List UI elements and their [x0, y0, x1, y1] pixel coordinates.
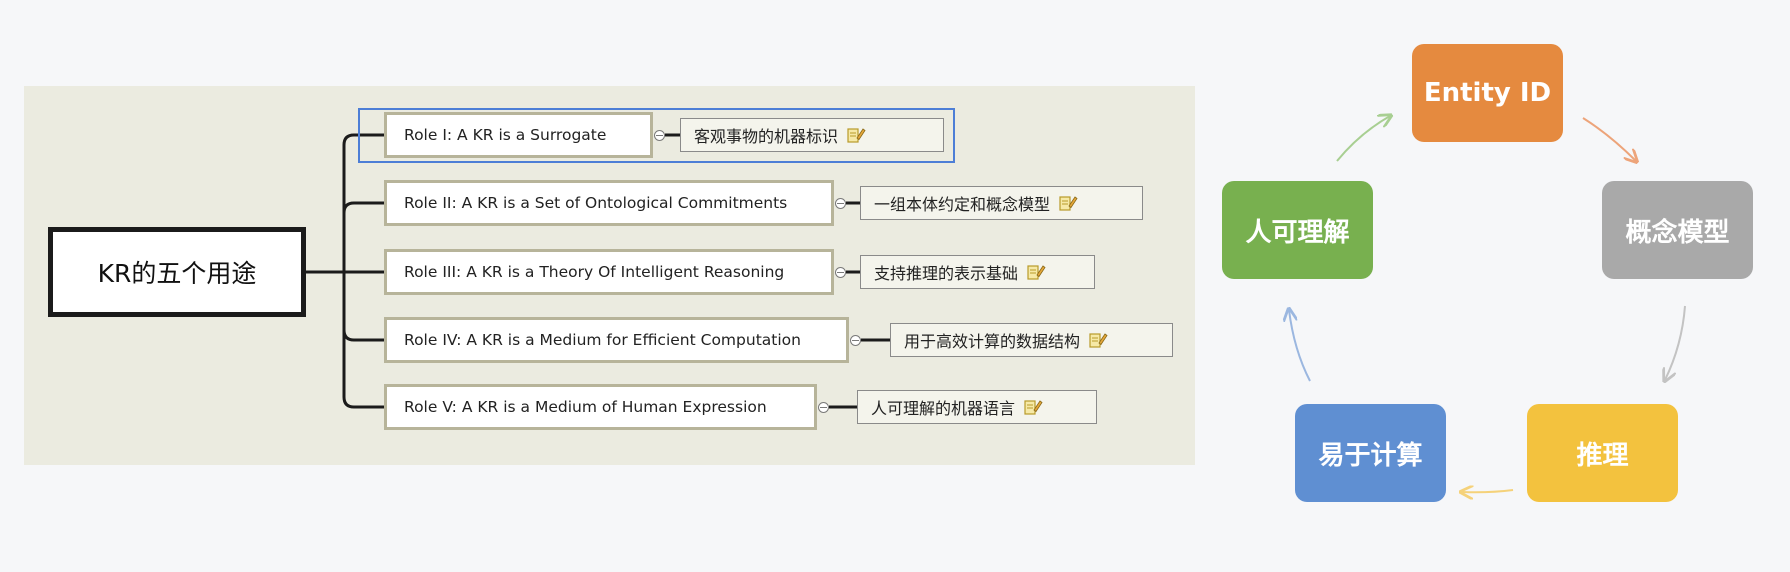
- role-note-5[interactable]: 人可理解的机器语言: [857, 390, 1097, 424]
- collapse-knob[interactable]: [835, 267, 846, 278]
- role-note-text: 支持推理的表示基础: [874, 264, 1019, 283]
- collapse-knob[interactable]: [818, 402, 829, 413]
- arrow-compute-to-human: [1289, 310, 1311, 382]
- role-label: Role IV: A KR is a Medium for Efficient …: [404, 331, 801, 349]
- role-node-3[interactable]: Role III: A KR is a Theory Of Intelligen…: [384, 249, 834, 295]
- role-note-1[interactable]: 客观事物的机器标识: [680, 118, 944, 152]
- role-label: Role III: A KR is a Theory Of Intelligen…: [404, 263, 785, 281]
- role-node-5[interactable]: Role V: A KR is a Medium of Human Expres…: [384, 384, 817, 430]
- role-label: Role V: A KR is a Medium of Human Expres…: [404, 398, 767, 416]
- pencil-note-icon: [1059, 196, 1078, 211]
- pencil-note-icon: [1024, 400, 1043, 415]
- cycle-node-label: Entity ID: [1423, 78, 1552, 108]
- collapse-knob[interactable]: [835, 198, 846, 209]
- role-note-2[interactable]: 一组本体约定和概念模型: [860, 186, 1143, 220]
- pencil-note-icon: [1027, 265, 1046, 280]
- role-note-4[interactable]: 用于高效计算的数据结构: [890, 323, 1173, 357]
- cycle-node-concept-model[interactable]: 概念模型: [1602, 181, 1753, 279]
- arrow-entity-to-concept: [1582, 117, 1636, 161]
- collapse-knob[interactable]: [654, 130, 665, 141]
- role-note-text: 用于高效计算的数据结构: [904, 332, 1081, 351]
- cycle-node-reasoning[interactable]: 推理: [1527, 404, 1678, 502]
- role-node-4[interactable]: Role IV: A KR is a Medium for Efficient …: [384, 317, 849, 363]
- cycle-node-easy-compute[interactable]: 易于计算: [1295, 404, 1446, 502]
- role-label: Role II: A KR is a Set of Ontological Co…: [404, 194, 788, 212]
- arrow-concept-to-reasoning: [1665, 305, 1686, 380]
- role-node-1[interactable]: Role I: A KR is a Surrogate: [384, 112, 653, 158]
- cycle-node-label: 推理: [1576, 440, 1629, 471]
- pencil-note-icon: [1089, 333, 1108, 348]
- cycle-node-label: 易于计算: [1318, 440, 1423, 471]
- kr-roles-mindmap: KR的五个用途 Role I: A KR is a Surrogate 客观事物…: [24, 86, 1195, 465]
- arrow-reasoning-to-compute: [1462, 490, 1514, 492]
- role-node-2[interactable]: Role II: A KR is a Set of Ontological Co…: [384, 180, 834, 226]
- role-note-text: 一组本体约定和概念模型: [874, 195, 1051, 214]
- arrow-human-to-entity: [1336, 116, 1390, 162]
- collapse-knob[interactable]: [850, 335, 861, 346]
- pencil-note-icon: [847, 128, 866, 143]
- role-note-text: 人可理解的机器语言: [871, 399, 1016, 418]
- cycle-node-label: 人可理解: [1245, 217, 1350, 248]
- cycle-node-entity-id[interactable]: Entity ID: [1412, 44, 1563, 142]
- cycle-node-label: 概念模型: [1625, 217, 1730, 248]
- role-label: Role I: A KR is a Surrogate: [404, 126, 607, 144]
- role-note-3[interactable]: 支持推理的表示基础: [860, 255, 1095, 289]
- role-note-text: 客观事物的机器标识: [694, 127, 839, 146]
- cycle-node-human-readable[interactable]: 人可理解: [1222, 181, 1373, 279]
- mindmap-root-topic[interactable]: KR的五个用途: [48, 227, 306, 317]
